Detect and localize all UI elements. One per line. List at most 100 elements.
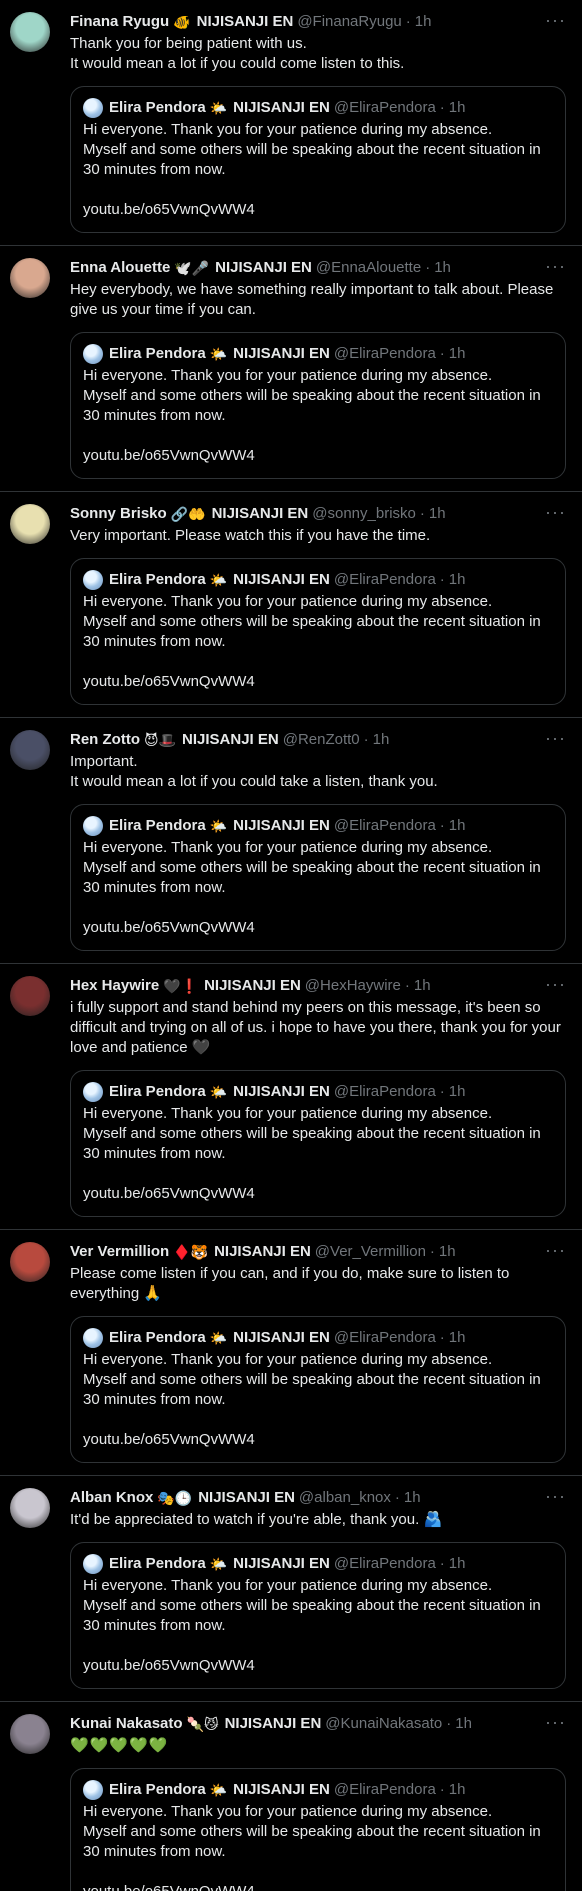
avatar[interactable] [10, 1242, 50, 1282]
author-name[interactable]: Finana Ryugu [70, 12, 169, 32]
separator-dot: · [439, 1329, 445, 1346]
author-name[interactable]: Hex Haywire [70, 976, 159, 996]
separator-dot: · [425, 259, 431, 276]
author-name[interactable]: Enna Alouette [70, 258, 170, 278]
quoted-tweet[interactable]: Elira Pendora 🌤️ NIJISANJI EN @EliraPend… [70, 332, 566, 479]
tweet[interactable]: Sonny Brisko 🔗🤲 NIJISANJI EN @sonny_bris… [0, 492, 582, 718]
tweet[interactable]: Hex Haywire 🖤❗ NIJISANJI EN @HexHaywire … [0, 964, 582, 1230]
author-handle[interactable]: @alban_knox [299, 1488, 391, 1508]
author-name[interactable]: Sonny Brisko [70, 504, 167, 524]
quoted-tweet-link[interactable]: youtu.be/o65VwnQvWW4 [83, 1430, 553, 1450]
more-options-icon[interactable]: ··· [545, 974, 566, 994]
tweet-text: Hey everybody, we have something really … [70, 281, 554, 318]
tweet[interactable]: Ren Zotto 😈🎩 NIJISANJI EN @RenZott0 · 1h… [0, 718, 582, 964]
tweet[interactable]: Ver Vermillion ♦️🐯 NIJISANJI EN @Ver_Ver… [0, 1230, 582, 1476]
avatar[interactable] [10, 730, 50, 770]
avatar[interactable] [10, 1488, 50, 1528]
timestamp[interactable]: 1h [415, 12, 432, 32]
author-name[interactable]: Alban Knox [70, 1488, 153, 1508]
affiliation-label: NIJISANJI EN [224, 1715, 322, 1732]
timestamp[interactable]: 1h [455, 1714, 472, 1734]
affiliation-label: NIJISANJI EN [211, 505, 309, 522]
quoted-tweet-text: Hi everyone. Thank you for your patience… [83, 1105, 541, 1162]
tweet-header: Enna Alouette 🕊️🎤 NIJISANJI EN @EnnaAlou… [70, 258, 566, 278]
more-options-icon[interactable]: ··· [545, 1240, 566, 1260]
quoted-tweet-link[interactable]: youtu.be/o65VwnQvWW4 [83, 1882, 553, 1891]
quoted-tweet-text: Hi everyone. Thank you for your patience… [83, 121, 541, 178]
quoted-tweet-header: Elira Pendora 🌤️ NIJISANJI EN @EliraPend… [83, 344, 553, 364]
tweet-header: Ver Vermillion ♦️🐯 NIJISANJI EN @Ver_Ver… [70, 1242, 566, 1262]
avatar[interactable] [10, 1714, 50, 1754]
author-handle[interactable]: @KunaiNakasato [325, 1714, 442, 1734]
author-handle[interactable]: @sonny_brisko [312, 504, 416, 524]
timestamp[interactable]: 1h [429, 504, 446, 524]
author-handle[interactable]: @HexHaywire [305, 976, 401, 996]
quoted-tweet-text: Hi everyone. Thank you for your patience… [83, 593, 541, 650]
author-name[interactable]: Kunai Nakasato [70, 1714, 183, 1734]
quoted-tweet[interactable]: Elira Pendora 🌤️ NIJISANJI EN @EliraPend… [70, 86, 566, 233]
author-handle[interactable]: @FinanaRyugu [297, 12, 401, 32]
tweet-text: Important. It would mean a lot if you co… [70, 753, 438, 790]
quoted-tweet[interactable]: Elira Pendora 🌤️ NIJISANJI EN @EliraPend… [70, 804, 566, 951]
avatar[interactable] [10, 504, 50, 544]
quoted-tweet-link[interactable]: youtu.be/o65VwnQvWW4 [83, 1184, 553, 1204]
quoted-tweet-text: Hi everyone. Thank you for your patience… [83, 367, 541, 424]
timestamp[interactable]: 1h [439, 1242, 456, 1262]
separator-dot: · [404, 977, 410, 994]
author-handle[interactable]: @EnnaAlouette [316, 258, 421, 278]
quoted-author-handle: @EliraPendora [333, 1781, 436, 1798]
quoted-timestamp: 1h [448, 817, 466, 834]
tweet[interactable]: Kunai Nakasato 🍡😼 NIJISANJI EN @KunaiNak… [0, 1702, 582, 1891]
quoted-author-name: Elira Pendora [109, 1781, 206, 1798]
quoted-author-handle: @EliraPendora [333, 1555, 436, 1572]
quoted-tweet[interactable]: Elira Pendora 🌤️ NIJISANJI EN @EliraPend… [70, 1542, 566, 1689]
quoted-avatar [83, 570, 103, 590]
author-handle[interactable]: @Ver_Vermillion [315, 1242, 426, 1262]
quoted-tweet-link[interactable]: youtu.be/o65VwnQvWW4 [83, 918, 553, 938]
author-name[interactable]: Ver Vermillion [70, 1242, 169, 1262]
quoted-affiliation-label: NIJISANJI EN [233, 1329, 330, 1346]
quoted-tweet-link[interactable]: youtu.be/o65VwnQvWW4 [83, 672, 553, 692]
more-options-icon[interactable]: ··· [545, 502, 566, 522]
avatar[interactable] [10, 258, 50, 298]
more-options-icon[interactable]: ··· [545, 256, 566, 276]
quoted-author-emoji: 🌤️ [209, 346, 228, 362]
more-options-icon[interactable]: ··· [545, 1712, 566, 1732]
quoted-avatar [83, 1554, 103, 1574]
tweet-text: Very important. Please watch this if you… [70, 527, 431, 544]
quoted-tweet-text: Hi everyone. Thank you for your patience… [83, 1803, 541, 1860]
avatar[interactable] [10, 976, 50, 1016]
timestamp[interactable]: 1h [404, 1488, 421, 1508]
quoted-tweet[interactable]: Elira Pendora 🌤️ NIJISANJI EN @EliraPend… [70, 1316, 566, 1463]
quoted-tweet-link[interactable]: youtu.be/o65VwnQvWW4 [83, 1656, 553, 1676]
more-options-icon[interactable]: ··· [545, 728, 566, 748]
quoted-author-handle: @EliraPendora [333, 1083, 436, 1100]
quoted-tweet-link[interactable]: youtu.be/o65VwnQvWW4 [83, 200, 553, 220]
timestamp[interactable]: 1h [434, 258, 451, 278]
tweet[interactable]: Finana Ryugu 🐠 NIJISANJI EN @FinanaRyugu… [0, 0, 582, 246]
quoted-tweet-link[interactable]: youtu.be/o65VwnQvWW4 [83, 446, 553, 466]
quoted-timestamp: 1h [448, 345, 466, 362]
author-handle[interactable]: @RenZott0 [283, 730, 360, 750]
quoted-author-emoji: 🌤️ [209, 100, 228, 116]
separator-dot: · [394, 1489, 400, 1506]
more-options-icon[interactable]: ··· [545, 10, 566, 30]
affiliation-label: NIJISANJI EN [204, 977, 301, 994]
author-name[interactable]: Ren Zotto [70, 730, 140, 750]
avatar[interactable] [10, 12, 50, 52]
author-emoji: 🔗🤲 [170, 506, 206, 522]
timestamp[interactable]: 1h [414, 976, 431, 996]
tweet[interactable]: Alban Knox 🎭🕒 NIJISANJI EN @alban_knox ·… [0, 1476, 582, 1702]
quoted-author-handle: @EliraPendora [333, 99, 436, 116]
quoted-tweet[interactable]: Elira Pendora 🌤️ NIJISANJI EN @EliraPend… [70, 558, 566, 705]
quoted-tweet[interactable]: Elira Pendora 🌤️ NIJISANJI EN @EliraPend… [70, 1070, 566, 1217]
quoted-author-name: Elira Pendora [109, 571, 206, 588]
author-emoji: 🎭🕒 [157, 1490, 193, 1506]
tweet-text: Please come listen if you can, and if yo… [70, 1265, 510, 1302]
quoted-tweet[interactable]: Elira Pendora 🌤️ NIJISANJI EN @EliraPend… [70, 1768, 566, 1891]
timestamp[interactable]: 1h [373, 730, 390, 750]
author-emoji: 🖤❗ [163, 978, 199, 994]
tweet[interactable]: Enna Alouette 🕊️🎤 NIJISANJI EN @EnnaAlou… [0, 246, 582, 492]
more-options-icon[interactable]: ··· [545, 1486, 566, 1506]
author-emoji: 🕊️🎤 [174, 260, 210, 276]
